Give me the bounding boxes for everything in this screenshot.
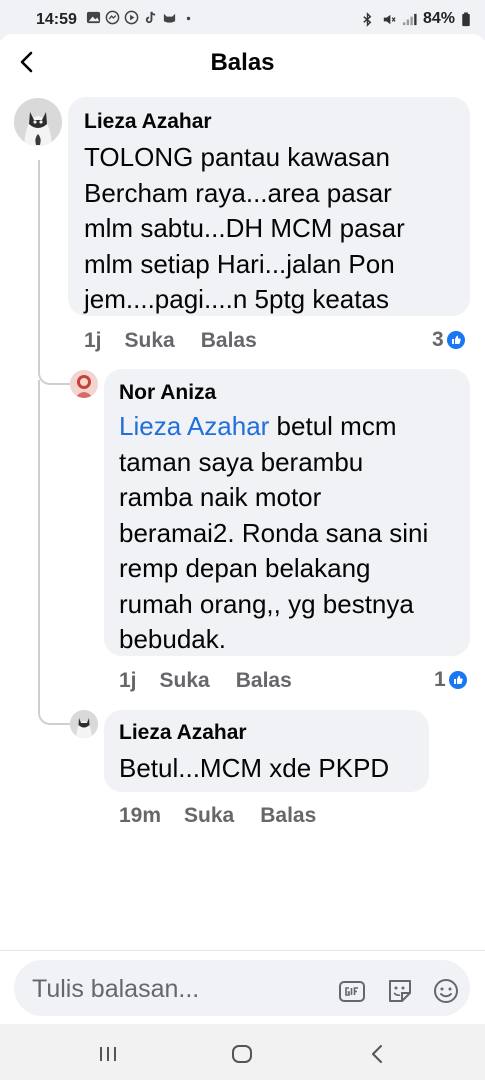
emoji-icon[interactable] (432, 977, 460, 1005)
status-time: 14:59 (36, 11, 77, 28)
recent-apps-icon[interactable] (94, 1040, 122, 1068)
reaction-count[interactable]: 3 (432, 328, 465, 352)
avatar[interactable] (70, 710, 98, 738)
system-navigation-bar (0, 1024, 485, 1080)
gallery-notification-icon (86, 11, 101, 24)
bluetooth-icon (363, 11, 372, 27)
comment-author[interactable]: Nor Aniza (119, 381, 216, 405)
mute-icon (383, 14, 396, 24)
cat-avatar-image (14, 98, 62, 146)
cat-avatar-image (70, 710, 98, 738)
comment-time: 1j (84, 329, 102, 352)
avatar[interactable] (14, 98, 62, 146)
comment-text: Betul...MCM xde PKPD (119, 753, 390, 783)
like-button[interactable]: Suka (184, 804, 234, 828)
avatar-image (70, 370, 98, 398)
messenger-notification-icon (105, 10, 120, 25)
reply-button[interactable]: Balas (260, 804, 316, 828)
thread-connector (38, 380, 70, 725)
comment-time: 19m (119, 804, 162, 827)
like-icon (446, 331, 465, 349)
video-notification-icon (124, 10, 139, 25)
reply-button[interactable]: Balas (201, 329, 257, 353)
reaction-count[interactable]: 1 (434, 668, 467, 692)
notification-icons (86, 10, 196, 25)
home-icon[interactable] (228, 1040, 256, 1068)
comment-actions: 1j Suka Balas (84, 329, 257, 353)
comment-actions: 1j Suka Balas (119, 669, 292, 693)
nav-back-icon[interactable] (364, 1040, 392, 1068)
cat-notification-icon (163, 13, 176, 23)
comment-text: TOLONG pantau kawasan Bercham raya...are… (84, 142, 405, 314)
comment-text-body: betul mcm taman saya berambu ramba naik … (119, 411, 429, 654)
sticker-icon[interactable] (386, 977, 414, 1005)
battery-percent: 84% (422, 10, 455, 27)
mention-link[interactable]: Lieza Azahar (119, 411, 269, 441)
like-button[interactable]: Suka (125, 329, 175, 353)
like-icon (448, 671, 467, 689)
page-title: Balas (210, 49, 275, 76)
signal-icon (402, 13, 417, 25)
reply-composer (14, 960, 470, 1016)
reaction-number: 1 (434, 668, 446, 691)
comment-actions: 19m Suka Balas (119, 804, 316, 828)
reply-button[interactable]: Balas (236, 669, 292, 693)
comment-author[interactable]: Lieza Azahar (119, 721, 247, 745)
like-button[interactable]: Suka (160, 669, 210, 693)
reaction-number: 3 (432, 328, 444, 351)
comment-author[interactable]: Lieza Azahar (84, 110, 212, 134)
thread-connector (38, 160, 70, 385)
system-icons: 84% (360, 10, 471, 28)
composer-divider (0, 950, 485, 951)
battery-icon (462, 11, 470, 26)
reply-input[interactable] (30, 968, 334, 1010)
avatar[interactable] (70, 370, 98, 398)
gif-icon[interactable] (338, 977, 366, 1005)
header: Balas (0, 34, 485, 92)
comment-text: Lieza Azahar betul mcm taman saya beramb… (119, 409, 464, 658)
comment-time: 1j (119, 669, 137, 692)
more-notifications-icon (186, 16, 191, 21)
tiktok-notification-icon (145, 11, 156, 24)
